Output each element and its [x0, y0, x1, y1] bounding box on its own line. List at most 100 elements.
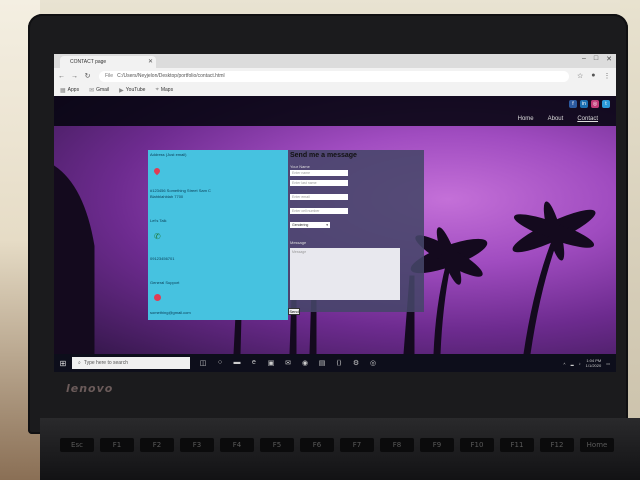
browser-tab[interactable]: CONTACT page ✕	[60, 56, 156, 68]
linkedin-icon[interactable]: in	[580, 100, 588, 108]
facebook-icon[interactable]: f	[569, 100, 577, 108]
phone-icon: ✆	[154, 232, 161, 241]
keyboard: Esc F1 F2 F3 F4 F5 F6 F7 F8 F9 F10 F11 F12 Home	[60, 438, 630, 478]
nav-contact[interactable]: Contact	[577, 116, 598, 122]
keyboard-key[interactable]: Esc	[60, 438, 94, 452]
chevron-down-icon: ▾	[326, 223, 328, 227]
bookmark-label: Apps	[67, 87, 80, 93]
back-icon[interactable]: ←	[56, 73, 67, 80]
phone-number: 09123456701	[150, 256, 175, 261]
network-icon[interactable]: ▂	[571, 361, 574, 366]
social-links: f in ◎ t	[569, 100, 610, 108]
twitter-icon[interactable]: t	[602, 100, 610, 108]
bookmark-apps[interactable]: ▦ Apps	[60, 87, 79, 94]
keyboard-key[interactable]: F2	[140, 438, 174, 452]
send-button[interactable]: Send	[288, 308, 300, 315]
taskbar-search[interactable]: ⌕ Type here to search	[72, 357, 190, 369]
keyboard-key[interactable]: F5	[260, 438, 294, 452]
tab-title: CONTACT page	[70, 59, 107, 65]
system-tray: ˄ ▂ ♪ 1:04 PM 1/1/2020 ▭	[563, 358, 610, 368]
nav-about[interactable]: About	[548, 116, 564, 122]
url-scheme-label: File	[105, 73, 114, 79]
email-input[interactable]: Enter email	[290, 194, 348, 200]
taskbar-search-placeholder: Type here to search	[83, 360, 129, 366]
bookmark-gmail[interactable]: ✉ Gmail	[89, 87, 109, 94]
bookmark-maps[interactable]: ⌖ Maps	[155, 87, 173, 94]
chevron-up-icon[interactable]: ˄	[563, 361, 565, 366]
windows-start-icon[interactable]: ⊞	[54, 359, 72, 368]
message-textarea[interactable]: Message	[290, 248, 400, 300]
window-close-icon[interactable]: ✕	[606, 55, 612, 63]
keyboard-row: Esc F1 F2 F3 F4 F5 F6 F7 F8 F9 F10 F11 F12 Home	[60, 438, 630, 452]
keyboard-key[interactable]: F12	[540, 438, 574, 452]
contact-info-card: Address (Just email) #123456 Something S…	[148, 150, 288, 320]
keyboard-key[interactable]: F10	[460, 438, 494, 452]
bookmark-youtube[interactable]: ▶ YouTube	[119, 87, 145, 94]
keyboard-key[interactable]: F7	[340, 438, 374, 452]
site-header: f in ◎ t Home About Contact	[54, 96, 616, 126]
browser-chrome: CONTACT page ✕ – □ ✕ ← → ↻ File C:/Users…	[54, 54, 616, 96]
cortana-icon[interactable]: ○	[215, 359, 225, 367]
call-heading: Let's Talk	[150, 218, 167, 223]
address-line-1: #123456 Something Street Sam C	[150, 188, 211, 193]
minimize-icon[interactable]: –	[582, 55, 586, 63]
bookmark-label: Gmail	[96, 87, 110, 93]
keyboard-key[interactable]: F4	[220, 438, 254, 452]
name-label: Your Name	[290, 164, 310, 169]
maximize-icon[interactable]: □	[594, 55, 598, 63]
keyboard-key[interactable]: F8	[380, 438, 414, 452]
chrome-icon[interactable]: ◎	[368, 359, 378, 367]
bookmark-label: Maps	[160, 87, 174, 93]
reload-icon[interactable]: ↻	[82, 72, 93, 80]
address-bar[interactable]: File C:/Users/Neyjelon/Desktop/portfolio…	[99, 70, 569, 82]
camera-icon[interactable]: ◉	[300, 359, 310, 367]
navigation-row: ← → ↻ File C:/Users/Neyjelon/Desktop/por…	[54, 68, 616, 84]
store-icon[interactable]: ▣	[266, 359, 276, 367]
bookmarks-bar: ▦ Apps ✉ Gmail ▶ YouTube ⌖ Maps	[54, 84, 616, 96]
maps-icon: ⌖	[155, 86, 159, 93]
bookmark-label: YouTube	[125, 87, 146, 93]
photos-icon[interactable]: ▤	[317, 359, 327, 367]
last-name-input[interactable]: Enter last name	[290, 180, 348, 186]
address-heading: Address (Just email)	[150, 152, 187, 157]
keyboard-key[interactable]: F1	[100, 438, 134, 452]
email-heading: General Support	[150, 280, 180, 285]
file-explorer-icon[interactable]: ▬	[232, 359, 242, 367]
star-icon[interactable]: ☆	[577, 72, 583, 80]
vscode-icon[interactable]: ⟨⟩	[334, 359, 344, 367]
menu-icon[interactable]: ⋮	[604, 72, 611, 80]
email-icon	[154, 294, 161, 301]
email-address[interactable]: something@gmail.com	[150, 310, 191, 315]
nav-home[interactable]: Home	[518, 116, 534, 122]
taskbar-apps: ◫ ○ ▬ e ▣ ✉ ◉ ▤ ⟨⟩ ⚙ ◎	[198, 359, 378, 367]
keyboard-key[interactable]: F6	[300, 438, 334, 452]
settings-icon[interactable]: ⚙	[351, 359, 361, 367]
keyboard-key[interactable]: Home	[580, 438, 614, 452]
gender-select-value: Gendering	[292, 223, 309, 227]
clock[interactable]: 1:04 PM 1/1/2020	[586, 358, 602, 368]
mail-icon[interactable]: ✉	[283, 359, 293, 367]
close-icon[interactable]: ✕	[148, 58, 153, 65]
browser-actions: ☆ ● ⋮	[577, 72, 611, 80]
keyboard-key[interactable]: F11	[500, 438, 534, 452]
address-line-2: Blahblahblah 7700	[150, 194, 184, 199]
apps-icon: ▦	[60, 87, 66, 94]
task-view-icon[interactable]: ◫	[198, 359, 208, 367]
instagram-icon[interactable]: ◎	[591, 100, 599, 108]
first-name-input[interactable]: Enter name	[290, 170, 348, 176]
keyboard-key[interactable]: F3	[180, 438, 214, 452]
notifications-icon[interactable]: ▭	[606, 361, 610, 366]
volume-icon[interactable]: ♪	[579, 361, 581, 366]
web-page: f in ◎ t Home About Contact Address (Jus…	[54, 96, 616, 354]
keyboard-key[interactable]: F9	[420, 438, 454, 452]
message-label: Message	[290, 240, 307, 245]
phone-input[interactable]: Enter cell number	[290, 208, 348, 214]
site-nav: Home About Contact	[518, 116, 598, 122]
laptop-screen: CONTACT page ✕ – □ ✕ ← → ↻ File C:/Users…	[54, 54, 616, 372]
youtube-icon: ▶	[119, 87, 124, 94]
gender-select[interactable]: Gendering ▾	[290, 222, 330, 228]
forward-icon[interactable]: →	[69, 73, 80, 80]
profile-icon[interactable]: ●	[591, 72, 595, 80]
edge-icon[interactable]: e	[249, 359, 259, 367]
location-pin-icon	[152, 166, 162, 176]
